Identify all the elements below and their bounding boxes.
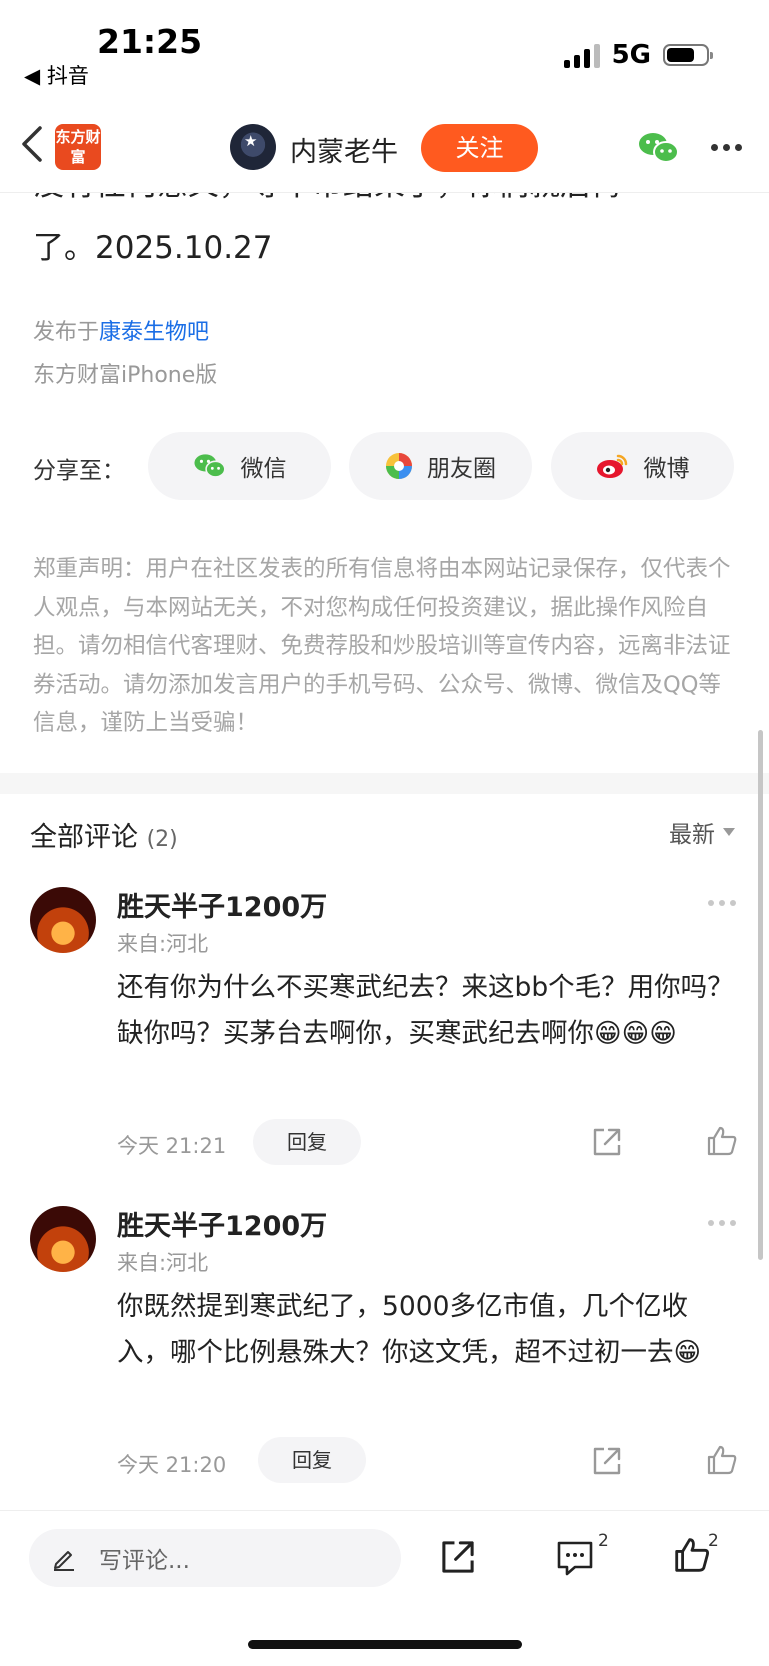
- top-nav-bar: 东方财富 ★ 内蒙老牛 关注: [0, 100, 769, 193]
- comment-icon[interactable]: [555, 1539, 595, 1577]
- comments-header: 全部评论 (2): [30, 815, 178, 854]
- share-icon[interactable]: [438, 1537, 478, 1577]
- wechat-share-icon[interactable]: [638, 130, 680, 166]
- share-comment-icon[interactable]: [590, 1444, 624, 1478]
- commenter-name[interactable]: 胜天半子1200万: [117, 1204, 327, 1243]
- battery-icon: [663, 44, 713, 66]
- author-avatar[interactable]: ★: [230, 124, 276, 170]
- status-time: 21:25: [97, 22, 203, 61]
- share-wechat-button[interactable]: 微信: [148, 432, 331, 500]
- comments-title: 全部评论: [30, 822, 138, 853]
- published-prefix: 发布于: [33, 320, 100, 345]
- comment-body: 你既然提到寒武纪了，5000多亿市值，几个亿收入，哪个比例悬殊大？你这文凭，超不…: [117, 1291, 702, 1368]
- article-text-tail: 了。2025.10.27: [33, 230, 273, 266]
- network-type: 5G: [611, 40, 651, 70]
- share-comment-icon[interactable]: [590, 1125, 624, 1159]
- client-source: 东方财富iPhone版: [33, 363, 218, 388]
- share-weibo-button[interactable]: 微博: [551, 432, 734, 500]
- comments-count: (2): [146, 827, 178, 852]
- like-icon[interactable]: [672, 1535, 712, 1575]
- star-icon: ★: [244, 132, 258, 150]
- comment-body: 还有你为什么不买寒武纪去？来这bb个毛？用你吗？缺你吗？买茅台去啊你，买寒武纪去…: [117, 972, 734, 1049]
- scrollbar[interactable]: [758, 730, 763, 1260]
- like-icon[interactable]: [705, 1443, 739, 1477]
- comment-input[interactable]: 写评论...: [29, 1529, 401, 1587]
- commenter-name[interactable]: 胜天半子1200万: [117, 885, 327, 924]
- forum-link[interactable]: 康泰生物吧: [99, 320, 209, 345]
- commenter-avatar[interactable]: [30, 1206, 96, 1272]
- share-label: 分享至：: [33, 458, 125, 484]
- comment-placeholder: 写评论...: [99, 1548, 190, 1574]
- caret-down-icon: [723, 828, 735, 836]
- back-arrow-icon[interactable]: [18, 124, 46, 164]
- share-weibo-label: 微博: [643, 456, 690, 482]
- comment-more-icon[interactable]: [708, 900, 736, 906]
- follow-button[interactable]: 关注: [421, 124, 538, 172]
- like-icon[interactable]: [705, 1124, 739, 1158]
- reply-button[interactable]: 回复: [253, 1119, 361, 1165]
- comment-more-icon[interactable]: [708, 1220, 736, 1226]
- disclaimer-text: 郑重声明：用户在社区发表的所有信息将由本网站记录保存，仅代表个人观点，与本网站无…: [33, 556, 731, 736]
- comment-count-badge: 2: [598, 1531, 609, 1551]
- commenter-avatar[interactable]: [30, 887, 96, 953]
- share-moments-button[interactable]: 朋友圈: [349, 432, 532, 500]
- reply-button[interactable]: 回复: [258, 1437, 366, 1483]
- like-count-badge: 2: [708, 1531, 719, 1551]
- pencil-icon: [54, 1551, 74, 1571]
- comment-time: 今天 21:21: [117, 1134, 227, 1158]
- commenter-location: 来自:河北: [117, 1251, 209, 1275]
- status-indicators: 5G: [563, 40, 713, 70]
- sort-label: 最新: [669, 822, 715, 848]
- share-moments-label: 朋友圈: [427, 456, 496, 482]
- back-to-app-link[interactable]: ◀ 抖音: [24, 60, 89, 90]
- sort-dropdown[interactable]: 最新: [669, 815, 735, 849]
- moments-icon: [386, 453, 412, 479]
- comment-time: 今天 21:20: [117, 1453, 227, 1477]
- published-in: 发布于康泰生物吧: [33, 314, 209, 346]
- weibo-icon: [596, 454, 627, 478]
- app-logo: 东方财富: [55, 124, 101, 170]
- signal-icon: [563, 42, 600, 68]
- section-divider: [0, 773, 769, 794]
- more-options-icon[interactable]: [711, 144, 742, 151]
- wechat-icon: [193, 454, 226, 478]
- author-name[interactable]: 内蒙老牛: [290, 130, 398, 169]
- share-wechat-label: 微信: [240, 456, 287, 482]
- home-indicator: [248, 1640, 522, 1649]
- commenter-location: 来自:河北: [117, 932, 209, 956]
